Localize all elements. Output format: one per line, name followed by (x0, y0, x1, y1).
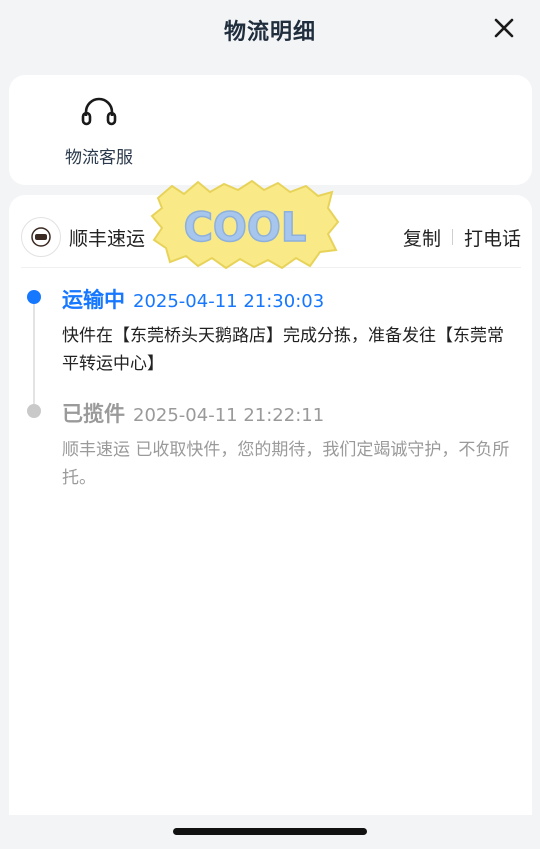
event-header: 已揽件 2025-04-11 21:22:11 (62, 398, 512, 428)
divider (451, 229, 453, 245)
page-title: 物流明细 (223, 20, 316, 45)
timeline-line (33, 300, 35, 408)
event-status: 运输中 (62, 288, 125, 312)
carrier-actions: 复制 打电话 (403, 224, 521, 251)
copy-button[interactable]: 复制 (403, 224, 441, 251)
close-button[interactable] (486, 10, 522, 46)
timeline-event: 运输中 2025-04-11 21:30:03 快件在【东莞桥头天鹅路店】完成分… (62, 284, 512, 378)
event-time: 2025-04-11 21:22:11 (133, 405, 325, 426)
timeline-dot-active (27, 290, 41, 304)
cool-sticker: COOL (150, 179, 340, 270)
event-description: 快件在【东莞桥头天鹅路店】完成分拣，准备发往【东莞常平转运中心】 (62, 326, 504, 374)
svg-text:COOL: COOL (184, 205, 307, 251)
event-description: 顺丰速运 已收取快件，您的期待，我们定竭诚守护，不负所托。 (62, 440, 510, 488)
event-time: 2025-04-11 21:30:03 (133, 291, 325, 312)
headset-icon (81, 97, 117, 126)
service-label: 物流客服 (65, 148, 133, 168)
carrier-name: 顺丰速运 (69, 227, 146, 250)
event-status: 已揽件 (62, 402, 125, 426)
event-header: 运输中 2025-04-11 21:30:03 (62, 284, 512, 314)
call-button[interactable]: 打电话 (464, 224, 521, 251)
timeline-dot (27, 404, 41, 418)
logistics-service-button[interactable]: 物流客服 (49, 93, 149, 173)
service-card: 物流客服 (9, 75, 532, 185)
timeline-event: 已揽件 2025-04-11 21:22:11 顺丰速运 已收取快件，您的期待，… (62, 398, 512, 492)
close-icon[interactable] (493, 17, 515, 39)
sf-express-logo (21, 217, 61, 257)
header: 物流明细 (0, 0, 540, 60)
home-indicator[interactable] (173, 828, 367, 835)
